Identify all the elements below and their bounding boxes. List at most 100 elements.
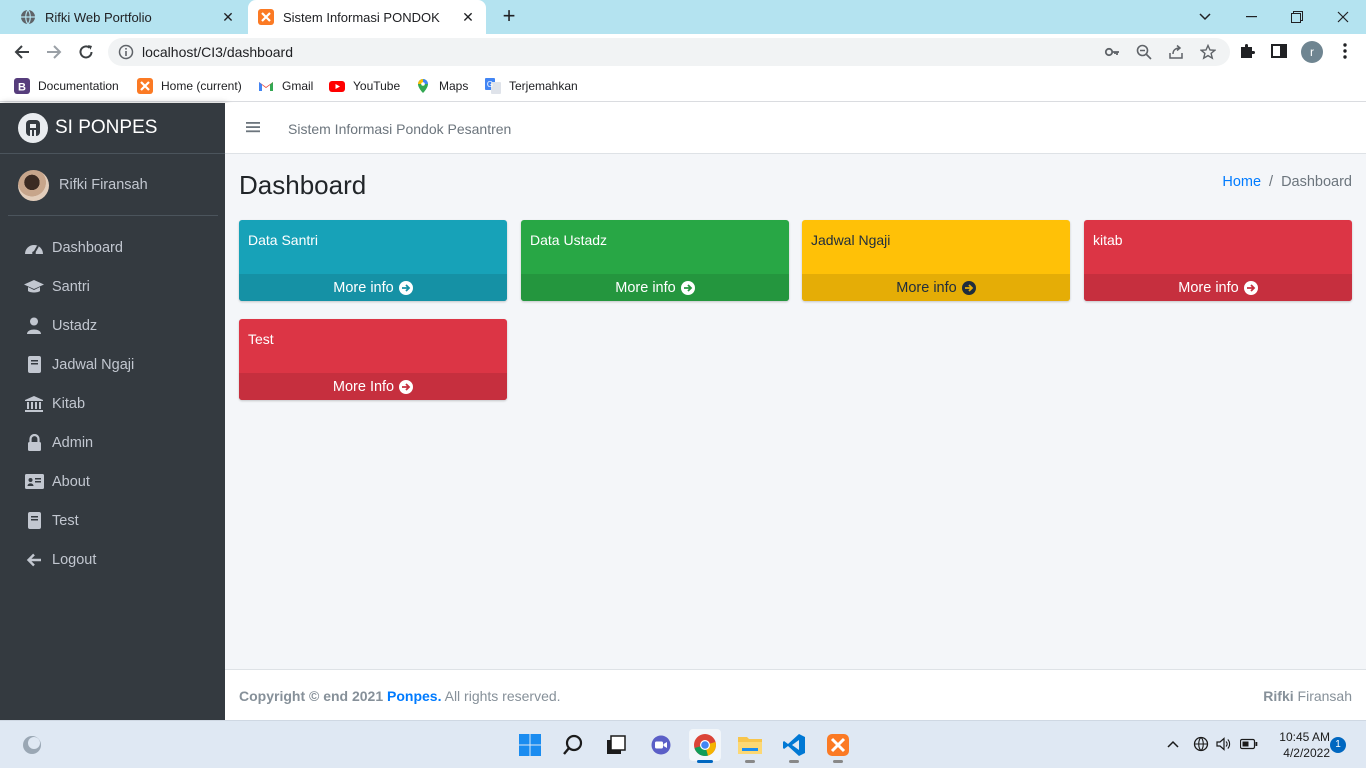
tab-title: Sistem Informasi PONDOK <box>283 9 440 25</box>
browser-tab-bar: Rifki Web Portfolio ✕ Sistem Informasi P… <box>0 0 1366 34</box>
arrow-circle-right-icon <box>1243 280 1258 295</box>
teams-chat-icon[interactable] <box>645 729 677 761</box>
svg-text:G: G <box>487 80 493 89</box>
small-box-more-info-link[interactable]: More info <box>239 274 507 301</box>
new-tab-button[interactable]: + <box>498 5 520 27</box>
task-view-icon[interactable] <box>600 729 632 761</box>
bookmark-item[interactable]: G Terjemahkan <box>485 76 578 96</box>
small-box-more-info-link[interactable]: More info <box>1084 274 1352 301</box>
close-tab-icon[interactable]: ✕ <box>220 9 236 25</box>
header-title[interactable]: Sistem Informasi Pondok Pesantren <box>288 121 511 137</box>
small-box-kitab: kitab More info <box>1084 220 1352 301</box>
browser-tab-active[interactable]: Sistem Informasi PONDOK ✕ <box>248 0 486 34</box>
bookmark-star-icon[interactable] <box>1199 43 1217 60</box>
chrome-taskbar-icon[interactable] <box>689 729 721 763</box>
sidebar-item-dashboard[interactable]: Dashboard <box>8 228 218 267</box>
sidebar-item-about[interactable]: About <box>8 462 218 501</box>
small-box-test: Test More Info <box>239 319 507 400</box>
minimize-button[interactable] <box>1228 0 1274 34</box>
small-box-title: kitab <box>1093 232 1123 248</box>
small-box-jadwal-ngaji: Jadwal Ngaji More info <box>802 220 1070 301</box>
small-box-title: Test <box>248 331 274 347</box>
profile-avatar[interactable]: r <box>1301 41 1323 63</box>
side-panel-icon[interactable] <box>1270 42 1290 62</box>
breadcrumb-home-link[interactable]: Home <box>1222 174 1261 190</box>
back-button[interactable] <box>11 41 33 63</box>
hamburger-menu-icon[interactable] <box>246 120 260 134</box>
user-name[interactable]: Rifki Firansah <box>59 177 148 193</box>
language-globe-icon[interactable] <box>1192 735 1210 753</box>
forward-button[interactable] <box>43 41 65 63</box>
volume-icon[interactable] <box>1214 735 1232 753</box>
system-clock[interactable]: 10:45 AM 4/2/2022 <box>1266 729 1330 761</box>
user-icon <box>24 316 44 336</box>
close-window-button[interactable] <box>1320 0 1366 34</box>
university-icon <box>24 394 44 414</box>
taskbar-search-icon[interactable] <box>557 729 589 761</box>
tab-search-chevron-icon[interactable] <box>1182 0 1228 34</box>
running-indicator <box>833 760 843 763</box>
xampp-icon <box>137 78 153 94</box>
small-box-more-info-link[interactable]: More info <box>521 274 789 301</box>
sidebar-item-ustadz[interactable]: Ustadz <box>8 306 218 345</box>
copyright-text: Copyright © end 2021 Ponpes. All rights … <box>239 688 561 704</box>
bootstrap-icon: B <box>14 78 30 94</box>
info-icon[interactable] <box>118 44 134 60</box>
sidebar-item-jadwal-ngaji[interactable]: Jadwal Ngaji <box>8 345 218 384</box>
main-footer: Copyright © end 2021 Ponpes. All rights … <box>225 669 1366 720</box>
bookmark-item[interactable]: YouTube <box>329 76 400 96</box>
file-explorer-icon[interactable] <box>734 729 766 763</box>
sidebar-item-kitab[interactable]: Kitab <box>8 384 218 423</box>
brand-link[interactable]: SI PONPES <box>0 103 225 154</box>
bookmarks-bar: B Documentation Home (current) Gmail You… <box>0 70 1366 102</box>
lock-icon <box>24 433 44 453</box>
sidebar-item-logout[interactable]: Logout <box>8 540 218 579</box>
weather-widget-icon[interactable] <box>16 729 48 761</box>
url-text[interactable]: localhost/CI3/dashboard <box>142 44 293 60</box>
vscode-icon[interactable] <box>778 729 810 763</box>
share-icon[interactable] <box>1168 44 1184 60</box>
footer-author: Rifki Firansah <box>1263 688 1352 704</box>
arrow-circle-right-icon <box>961 280 976 295</box>
arrow-left-icon <box>24 550 44 570</box>
active-indicator <box>697 760 713 763</box>
bookmark-item[interactable]: Gmail <box>258 76 313 96</box>
chevron-up-icon[interactable] <box>1164 735 1182 753</box>
more-menu-icon[interactable] <box>1336 42 1356 62</box>
running-indicator <box>789 760 799 763</box>
breadcrumb-separator: / <box>1269 174 1274 190</box>
user-panel[interactable]: Rifki Firansah <box>8 155 218 216</box>
bookmark-item[interactable]: Home (current) <box>137 76 242 96</box>
arrow-circle-right-icon <box>399 379 414 394</box>
youtube-icon <box>329 78 345 94</box>
small-box-more-info-link[interactable]: More info <box>802 274 1070 301</box>
extensions-icon[interactable] <box>1238 42 1258 62</box>
browser-tab[interactable]: Rifki Web Portfolio ✕ <box>0 0 246 34</box>
restore-button[interactable] <box>1274 0 1320 34</box>
browser-toolbar: localhost/CI3/dashboard r <box>0 34 1366 70</box>
bookmark-item[interactable]: B Documentation <box>14 76 119 96</box>
footer-brand-link[interactable]: Ponpes. <box>387 688 441 704</box>
content-wrapper: Dashboard Home / Dashboard Data Santri M… <box>225 154 1366 669</box>
sidebar-item-santri[interactable]: Santri <box>8 267 218 306</box>
notification-badge[interactable]: 1 <box>1330 737 1346 753</box>
globe-icon <box>20 9 36 25</box>
bookmark-item[interactable]: Maps <box>415 76 468 96</box>
graduation-cap-icon <box>24 277 44 297</box>
zoom-out-icon[interactable] <box>1136 44 1152 60</box>
book-icon <box>24 511 44 531</box>
windows-start-icon[interactable] <box>514 729 546 761</box>
reload-button[interactable] <box>75 41 97 63</box>
windows-taskbar: 10:45 AM 4/2/2022 1 <box>0 720 1366 768</box>
key-icon[interactable] <box>1104 44 1120 60</box>
small-box-more-info-link[interactable]: More Info <box>239 373 507 400</box>
sidebar-item-test[interactable]: Test <box>8 501 218 540</box>
address-bar[interactable]: localhost/CI3/dashboard <box>108 38 1230 66</box>
clock-time: 10:45 AM <box>1279 730 1330 744</box>
close-tab-icon[interactable]: ✕ <box>460 9 476 25</box>
page-title: Dashboard <box>239 170 367 200</box>
sidebar-item-admin[interactable]: Admin <box>8 423 218 462</box>
xampp-taskbar-icon[interactable] <box>822 729 854 763</box>
xampp-icon <box>258 9 274 25</box>
battery-icon[interactable] <box>1240 735 1258 753</box>
